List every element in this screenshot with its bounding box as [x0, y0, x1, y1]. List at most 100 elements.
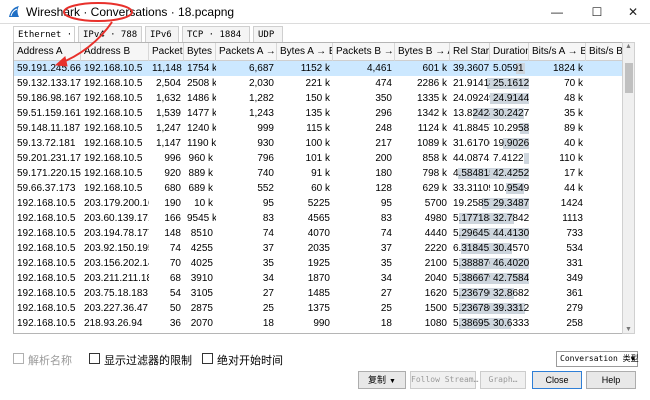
name-resolution-checkbox[interactable] [13, 353, 24, 364]
cell-bytes: 2875 [190, 303, 213, 314]
table-row[interactable]: 192.168.10.5203.151.153.1533218401688016… [14, 331, 634, 333]
table-row[interactable]: 192.168.10.5 203.179.200.166 190 10 k 95 5225… [14, 196, 634, 211]
cell-bab: 1485 [307, 288, 330, 299]
column-header-bytes[interactable]: Bytes [184, 43, 216, 61]
scrollbar-thumb[interactable] [625, 63, 633, 93]
cell-pab: 999 [257, 123, 274, 134]
table-row[interactable]: 59.13.72.181 192.168.10.5 1,147 1190 k 930 10… [14, 136, 634, 151]
table-row[interactable]: 192.168.10.5 203.156.202.149 70 4025 35 1925 3… [14, 256, 634, 271]
column-header-rel-start[interactable]: Rel Start [450, 43, 490, 61]
table-row[interactable]: 59.132.133.175 192.168.10.5 2,504 2508 k 2,0… [14, 76, 634, 91]
close-window-button[interactable]: ✕ [616, 0, 650, 24]
cell-bab: 5225 [307, 198, 330, 209]
column-header-duration[interactable]: Duration [490, 43, 529, 61]
tab-tcp[interactable]: TCP · 1884 [182, 26, 250, 42]
cell-bab: 135 k [305, 108, 330, 119]
column-header-address-a[interactable]: Address A [14, 43, 81, 61]
cell-bytes: 4255 [190, 243, 213, 254]
tab-ipv4[interactable]: IPv4 · 788 [78, 26, 142, 42]
vertical-scrollbar[interactable]: ▲ ▼ [622, 42, 635, 334]
table-header: Address A Address B Packets Bytes Packet… [14, 43, 634, 61]
cell-rel: 4.584815 [453, 168, 490, 179]
table-row[interactable]: 59.51.159.161 192.168.10.5 1,539 1477 k 1,24… [14, 106, 634, 121]
cell-a: 192.168.10.5 [17, 318, 76, 329]
scroll-up-icon[interactable]: ▲ [623, 43, 634, 50]
cell-pba: 217 [375, 138, 392, 149]
cell-bsab: 534 [566, 243, 583, 254]
cell-bba: 1500 [424, 303, 447, 314]
table-row[interactable]: 192.168.10.5 203.211.211.189 68 3910 34 1870 3… [14, 271, 634, 286]
cell-b: 192.168.10.5 [84, 108, 143, 119]
table-row[interactable]: 59.171.220.155 192.168.10.5 920 889 k 740 91 … [14, 166, 634, 181]
cell-a: 59.171.220.155 [17, 168, 81, 179]
dialog-footer: 解析名称 显示过滤器的限制 绝对开始时间 Conversation 类型 ▼ 复… [0, 340, 650, 400]
column-header-packets[interactable]: Packets [149, 43, 184, 61]
cell-packets: 32 [149, 331, 184, 333]
table-row[interactable]: 59.201.231.179 192.168.10.5 996 960 k 796 101… [14, 151, 634, 166]
cell-b: 192.168.10.5 [84, 93, 143, 104]
cell-packets: 166 [164, 213, 181, 224]
conversations-table[interactable]: Address A Address B Packets Bytes Packet… [13, 42, 635, 334]
cell-bba: 4440 [424, 228, 447, 239]
cell-a: 59.201.231.179 [17, 153, 81, 164]
minimize-button[interactable]: — [540, 0, 574, 24]
cell-bsab: 349 [566, 273, 583, 284]
table-row[interactable]: 192.168.10.5 203.227.36.47 50 2875 25 1375 25 1… [14, 301, 634, 316]
tab-ethernet[interactable]: Ethernet · 1 [13, 26, 83, 42]
cell-packets: 54 [169, 288, 181, 299]
column-header-address-b[interactable]: Address B [81, 43, 149, 61]
cell-bsab: 279 [566, 303, 583, 314]
column-header-bytes-b-a[interactable]: Bytes B → A [395, 43, 450, 61]
graph-button[interactable]: Graph… [480, 371, 526, 389]
cell-a: 192.168.10.5 [17, 273, 76, 284]
cell-dur: 30.4570 [493, 243, 529, 254]
cell-rel: 5.236780 [453, 303, 490, 314]
cell-dur: 10.2958 [493, 123, 529, 134]
help-button[interactable]: Help [586, 371, 636, 389]
table-row[interactable]: 59.191.245.66 192.168.10.5 11,148 1754 k 6,6… [14, 61, 634, 76]
cell-bsab: 70 k [564, 78, 583, 89]
maximize-button[interactable]: ☐ [580, 0, 614, 24]
cell-bba: 798 k [422, 168, 447, 179]
cell-dur: 42.4252 [493, 168, 529, 179]
column-header-packets-b-a[interactable]: Packets B → A [333, 43, 395, 61]
cell-dur: 30.6333 [493, 318, 529, 329]
absolute-time-checkbox[interactable] [202, 353, 213, 364]
cell-pab: 1,243 [248, 108, 274, 119]
close-button[interactable]: Close [532, 371, 582, 389]
scroll-down-icon[interactable]: ▼ [623, 326, 634, 333]
table-row[interactable]: 59.148.11.187 192.168.10.5 1,247 1240 k 999 1… [14, 121, 634, 136]
cell-bsab: 40 k [564, 138, 583, 149]
cell-bsab: 331 [566, 258, 583, 269]
tab-ipv6[interactable]: IPv6 [145, 26, 179, 42]
cell-pba: 25 [380, 303, 392, 314]
cell-bab: 2035 [307, 243, 330, 254]
limit-filter-checkbox[interactable] [89, 353, 100, 364]
table-row[interactable]: 192.168.10.5 203.92.150.195 74 4255 37 2035 37… [14, 241, 634, 256]
table-row[interactable]: 192.168.10.5 203.194.78.177 148 8510 74 4070 7… [14, 226, 634, 241]
conversation-type-dropdown[interactable]: Conversation 类型 ▼ [556, 351, 639, 367]
cell-a: 192.168.10.5 [14, 331, 81, 333]
cell-pba: 35 [380, 258, 392, 269]
cell-bab: 100 k [305, 138, 330, 149]
tab-udp[interactable]: UDP [253, 26, 283, 42]
copy-button[interactable]: 复制 ▼ [358, 371, 406, 389]
cell-pba: 200 [375, 153, 392, 164]
table-row[interactable]: 192.168.10.5 203.75.18.183 54 3105 27 1485 27 1… [14, 286, 634, 301]
table-row[interactable]: 59.186.98.167 192.168.10.5 1,632 1486 k 1,28… [14, 91, 634, 106]
cell-a: 59.191.245.66 [17, 63, 81, 74]
cell-pab: 796 [257, 153, 274, 164]
column-header-packets-a-b[interactable]: Packets A → B [216, 43, 277, 61]
cell-rel: 5.296458 [453, 228, 490, 239]
table-row[interactable]: 192.168.10.5 203.60.139.171 166 9545 k 83 456… [14, 211, 634, 226]
column-header-bits-a-b[interactable]: Bits/s A → B [529, 43, 586, 61]
cell-bytes: 1486 k [187, 93, 216, 104]
cell-rel: 5.386679 [453, 273, 490, 284]
column-header-bytes-a-b[interactable]: Bytes A → B [277, 43, 333, 61]
cell-bba: 1342 k [416, 108, 447, 119]
table-row[interactable]: 192.168.10.5 218.93.26.94 36 2070 18 990 18 108… [14, 316, 634, 331]
cell-bytes: 2508 k [187, 78, 216, 89]
follow-stream-button[interactable]: Follow Stream… [410, 371, 478, 389]
table-row[interactable]: 59.66.37.173 192.168.10.5 680 689 k 552 60 k 1… [14, 181, 634, 196]
cell-dur: 19.9026 [493, 138, 529, 149]
